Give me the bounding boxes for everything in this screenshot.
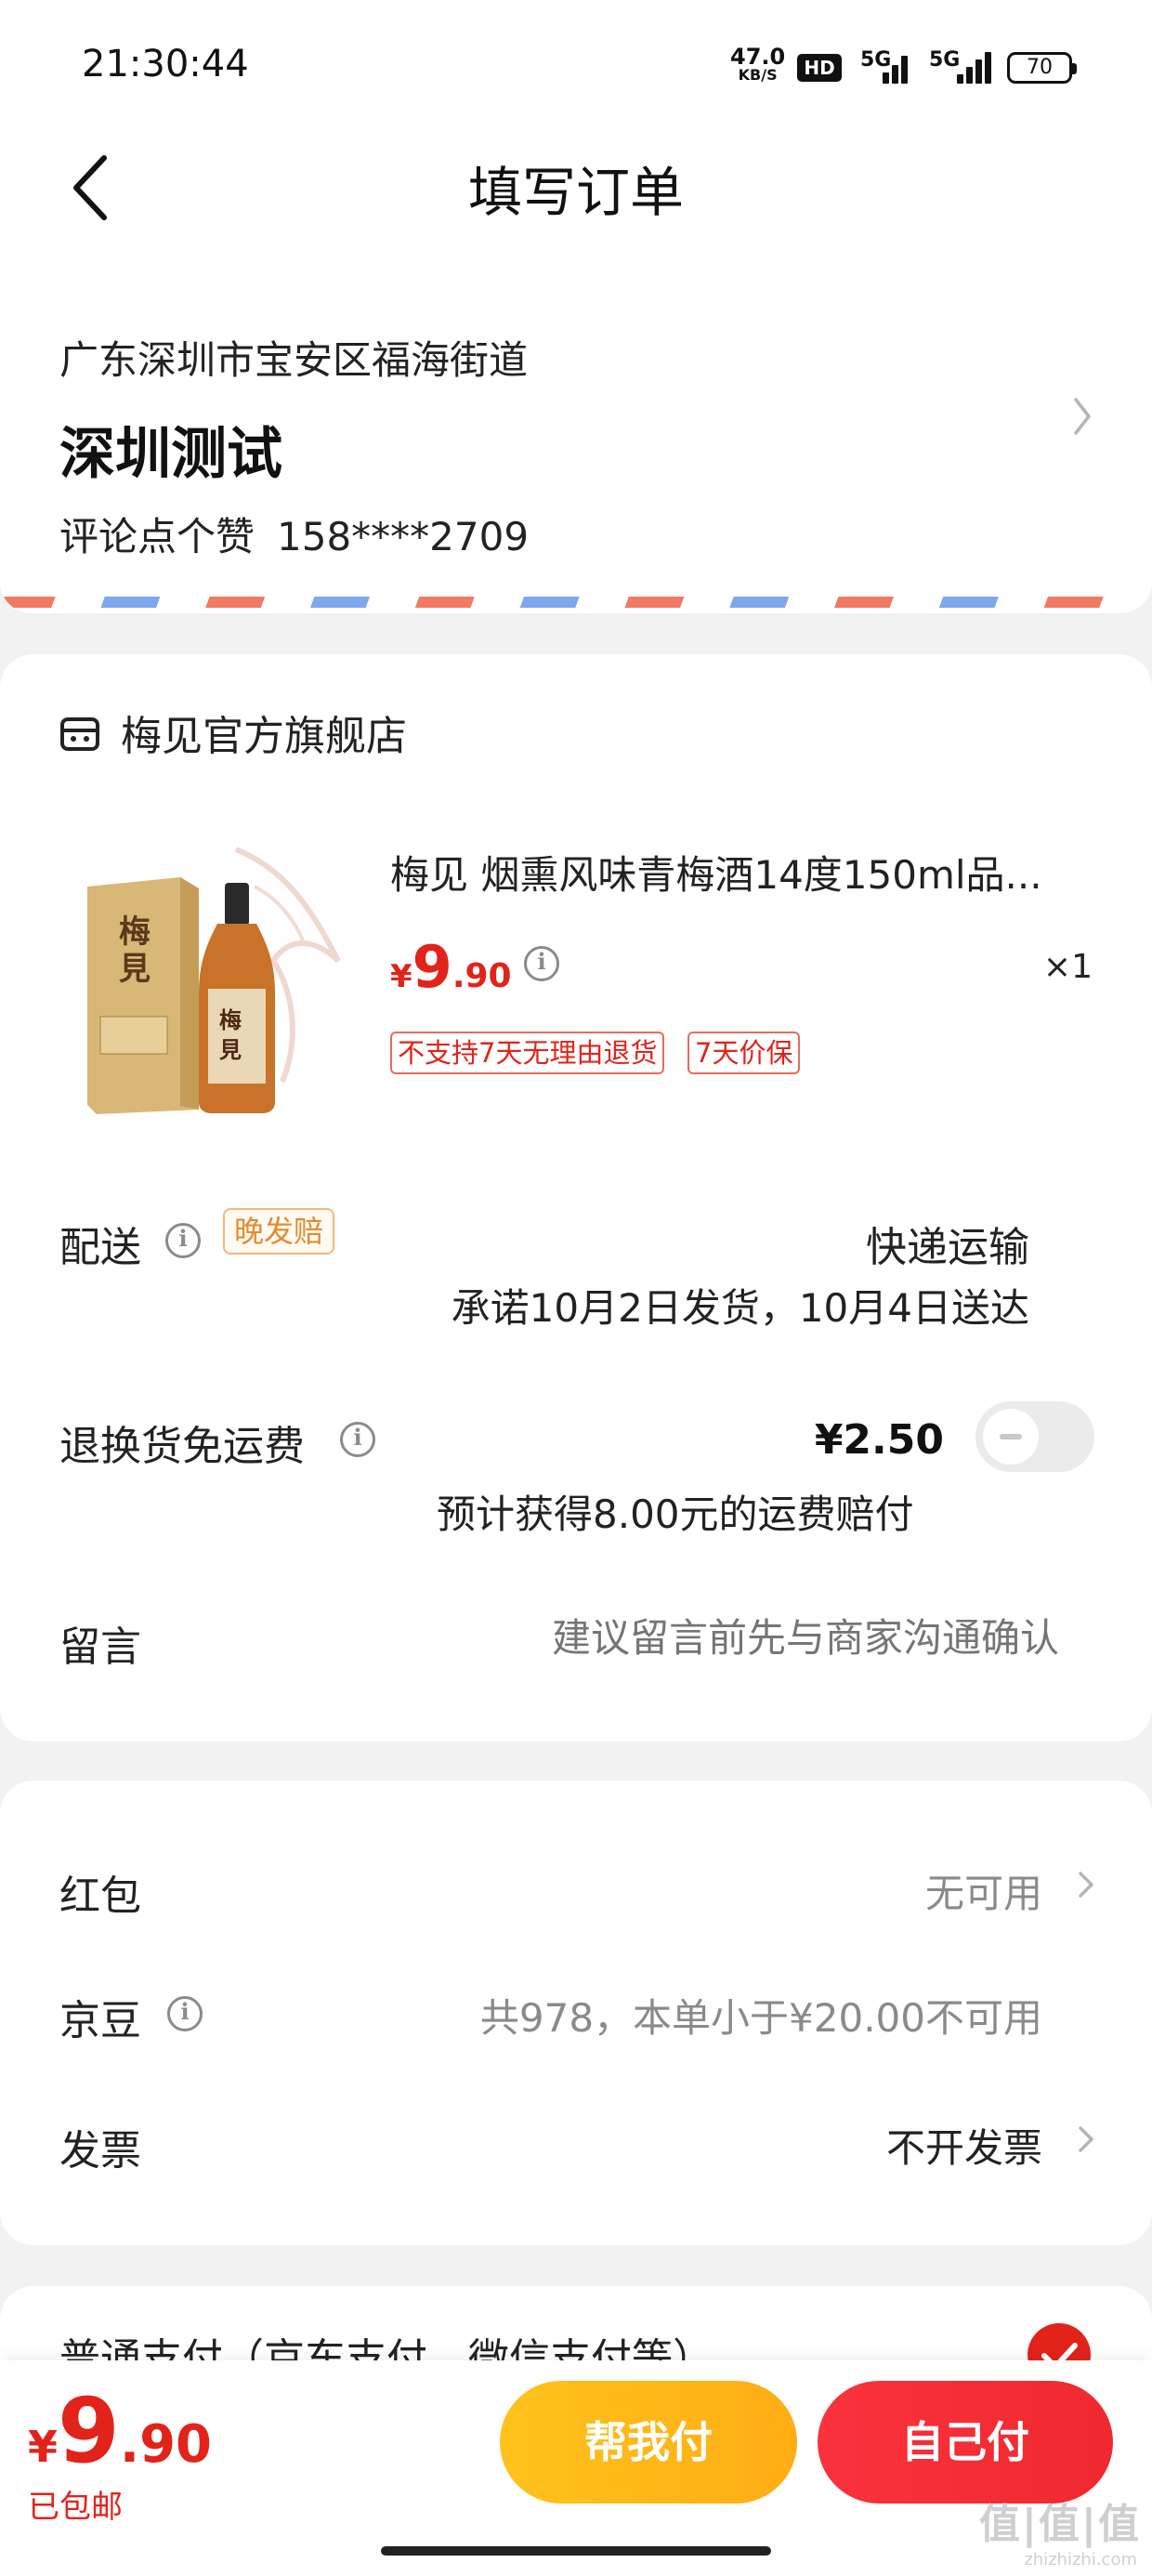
signal-bars-1-icon: [883, 50, 910, 84]
signal-label-2: 5G: [929, 48, 961, 72]
product-image[interactable]: 梅 見 梅 見: [59, 831, 357, 1128]
signal-bars-2-icon: [957, 50, 994, 84]
invoice-chevron-right-icon: [1079, 2126, 1093, 2152]
svg-text:梅: 梅: [219, 1006, 242, 1033]
total-price: ¥9.90: [28, 2379, 212, 2483]
return-shipping-toggle[interactable]: [975, 1401, 1094, 1472]
address-contact: 评论点个赞 158****2709: [59, 506, 529, 562]
return-shipping-label: 退换货免运费: [59, 1423, 305, 1470]
return-shipping-compensation: 预计获得8.00元的运费赔付: [437, 1492, 914, 1537]
home-indicator[interactable]: [381, 2546, 771, 2556]
tag-price-protect: 7天价保: [687, 1032, 801, 1074]
free-shipping-label: 已包邮: [28, 2489, 123, 2526]
jd-beans-label: 京豆: [59, 1997, 141, 2044]
red-packet-value[interactable]: 无可用: [925, 1862, 1042, 1919]
shop-name[interactable]: 梅见官方旗舰店: [121, 703, 407, 762]
svg-text:梅: 梅: [119, 913, 151, 951]
total-yen: ¥: [28, 2422, 59, 2472]
watermark-logo: 值|值|值: [978, 2501, 1141, 2548]
return-shipping-info-icon[interactable]: [340, 1422, 375, 1457]
page-header: 填写订单: [0, 121, 1152, 251]
status-bar: 21:30:44 47.0 KB/S HD 5G 5G 70: [0, 0, 1152, 121]
svg-text:見: 見: [119, 951, 151, 988]
delivery-label: 配送: [59, 1224, 141, 1271]
delivery-mode[interactable]: 快递运输: [866, 1214, 1029, 1273]
airmail-stripe: [0, 597, 1152, 608]
red-packet-label: 红包: [59, 1873, 141, 1920]
order-page: 21:30:44 47.0 KB/S HD 5G 5G 70 填写订单 广东深圳…: [0, 0, 1152, 2576]
toggle-knob: [983, 1409, 1039, 1465]
price-int: 9: [412, 933, 452, 1001]
hd-icon: HD: [797, 54, 842, 82]
address-region: 广东深圳市宝安区福海街道: [59, 337, 529, 383]
battery-icon: 70: [1007, 52, 1077, 84]
contact-phone: 158****2709: [277, 514, 530, 559]
return-shipping-price: ¥2.50: [814, 1416, 944, 1464]
jd-beans-info-icon[interactable]: [167, 1996, 203, 2031]
invoice-value[interactable]: 不开发票: [886, 2117, 1042, 2174]
help-me-pay-button[interactable]: 帮我付: [500, 2381, 797, 2504]
jd-beans-value: 共978，本单小于¥20.00不可用: [479, 1995, 1042, 2041]
benefits-card: 红包 无可用 京豆 共978，本单小于¥20.00不可用 发票 不开发票: [0, 1781, 1152, 2245]
tag-no-return: 不支持7天无理由退货: [390, 1032, 665, 1074]
pay-myself-button[interactable]: 自己付: [818, 2381, 1113, 2504]
product-qty: ×1: [1042, 948, 1093, 986]
message-label: 留言: [59, 1623, 141, 1671]
red-packet-chevron-right-icon: [1079, 1872, 1093, 1898]
net-speed-value: 47.0: [730, 44, 786, 70]
delivery-info-icon[interactable]: [165, 1223, 201, 1258]
product-card: 梅见官方旗舰店 梅 見 梅 見 梅见 烟熏风味青梅酒14度150ml品... ¥…: [0, 654, 1152, 1741]
shop-icon: [60, 717, 99, 751]
total-dec: .90: [119, 2414, 213, 2475]
delivery-promise: 承诺10月2日发货，10月4日送达: [451, 1285, 1029, 1331]
net-speed-unit: KB/S: [738, 66, 778, 84]
price-dec: .90: [452, 957, 512, 995]
late-compensation-tag[interactable]: 晚发赔: [223, 1208, 335, 1255]
price-yen: ¥: [390, 958, 412, 995]
address-name: 深圳测试: [59, 422, 282, 487]
address-card[interactable]: 广东深圳市宝安区福海街道 深圳测试 评论点个赞 158****2709: [0, 251, 1152, 613]
checkout-bar: ¥9.90 已包邮 帮我付 自己付 值|值|值 zhizhizhi.com: [0, 2360, 1152, 2576]
status-time: 21:30:44: [82, 43, 249, 85]
price-info-icon[interactable]: [524, 946, 559, 981]
contact-name: 评论点个赞: [59, 514, 255, 559]
invoice-label: 发票: [59, 2127, 141, 2175]
svg-text:見: 見: [219, 1036, 242, 1063]
address-chevron-right-icon: [1074, 398, 1091, 435]
message-input[interactable]: [483, 1615, 1059, 1661]
total-int: 9: [58, 2379, 120, 2483]
page-title: 填写订单: [467, 161, 684, 224]
product-title[interactable]: 梅见 烟熏风味青梅酒14度150ml品...: [390, 844, 1068, 900]
product-price: ¥9.90: [390, 933, 512, 1001]
watermark-url: zhizhizhi.com: [1024, 2550, 1137, 2569]
net-speed: 47.0 KB/S: [730, 46, 785, 84]
